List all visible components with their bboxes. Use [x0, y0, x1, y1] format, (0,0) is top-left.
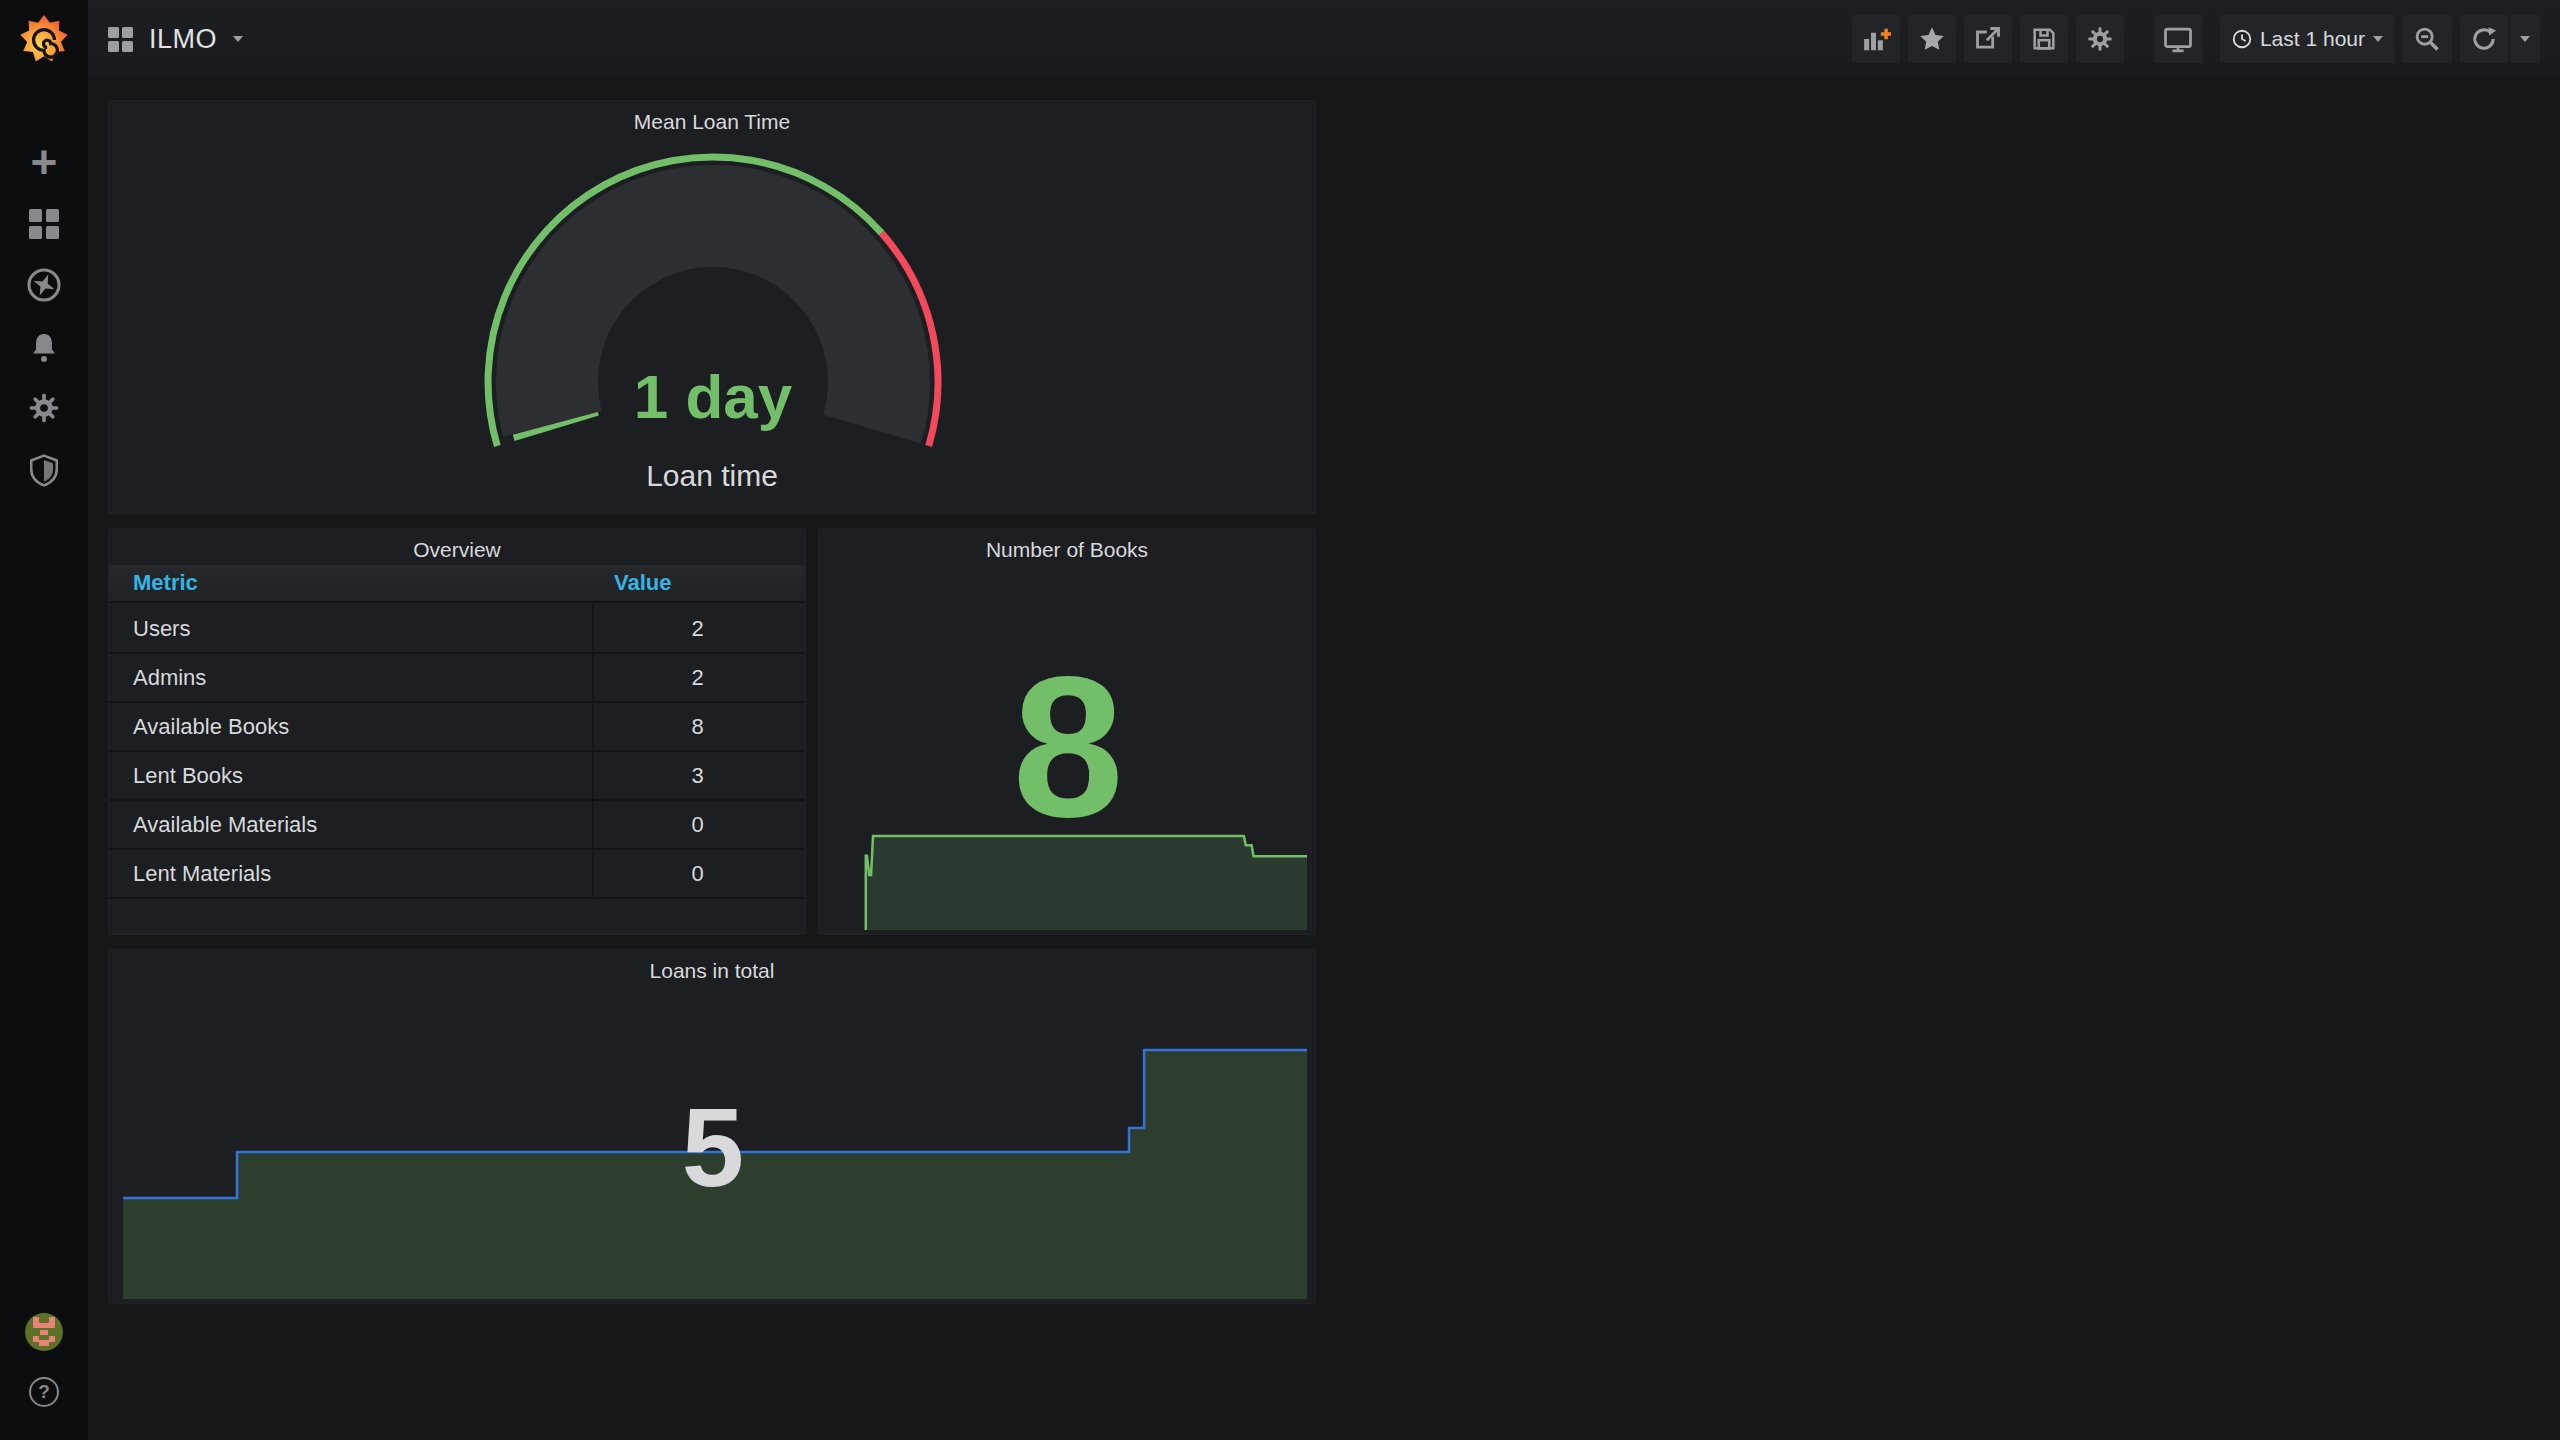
monitor-icon: [2163, 24, 2193, 54]
metric-cell: Lent Books: [109, 763, 590, 789]
refresh-interval-button[interactable]: [2510, 15, 2540, 63]
table-header: Metric Value: [109, 565, 805, 603]
tv-mode-button[interactable]: [2154, 15, 2202, 63]
grafana-logo-icon: [19, 14, 69, 64]
add-panel-icon: [1861, 24, 1891, 54]
value-cell: 0: [590, 812, 805, 838]
refresh-button[interactable]: [2460, 15, 2508, 63]
panel-mean-loan-time: Mean Loan Time 1 day Loan time: [108, 100, 1316, 514]
time-range-label: Last 1 hour: [2260, 27, 2365, 51]
metric-cell: Available Materials: [109, 812, 590, 838]
navbar: ILMO: [88, 0, 2560, 78]
sidebar-item-create[interactable]: +: [0, 140, 88, 184]
avatar-icon: [24, 1312, 64, 1352]
sidebar-item-server-admin[interactable]: [0, 448, 88, 492]
save-icon: [2030, 25, 2058, 53]
star-icon: [1918, 25, 1946, 53]
gauge-chart: [109, 101, 1317, 515]
grafana-logo[interactable]: [0, 12, 88, 66]
plus-icon: +: [31, 147, 58, 177]
panel-overview: Overview Metric Value Users2Admins2Avail…: [108, 528, 806, 935]
column-separator: [592, 605, 594, 899]
value-cell: 8: [590, 714, 805, 740]
table-row: Admins2: [109, 654, 805, 703]
value-cell: 3: [590, 763, 805, 789]
refresh-caret-icon: [2520, 36, 2530, 42]
refresh-icon: [2471, 26, 2497, 52]
panel-number-of-books: Number of Books 8: [818, 528, 1316, 935]
help-icon: ?: [29, 1377, 59, 1407]
sidebar-item-alerting[interactable]: [0, 325, 88, 369]
metric-cell: Available Books: [109, 714, 590, 740]
share-button[interactable]: [1964, 15, 2012, 63]
help-button[interactable]: ?: [0, 1375, 88, 1409]
table-row: Lent Materials0: [109, 850, 805, 899]
value-cell: 2: [590, 665, 805, 691]
gear-icon: [2086, 25, 2114, 53]
time-caret-icon: [2373, 36, 2383, 42]
zoom-out-icon: [2413, 25, 2441, 53]
gauge-label: Loan time: [109, 459, 1315, 493]
column-header-value[interactable]: Value: [590, 570, 805, 596]
loans-value: 5: [682, 1092, 744, 1204]
shield-icon: [28, 453, 60, 487]
books-value: 8: [1012, 647, 1123, 847]
sidebar-item-explore[interactable]: [0, 263, 88, 307]
column-header-metric[interactable]: Metric: [109, 570, 590, 596]
table-row: Available Materials0: [109, 801, 805, 850]
zoom-out-button[interactable]: [2402, 15, 2452, 63]
table-row: Users2: [109, 605, 805, 654]
gauge-value: 1 day: [634, 366, 793, 428]
panel-loans-in-total: Loans in total 5: [108, 949, 1316, 1304]
compass-icon: [26, 267, 62, 303]
save-button[interactable]: [2020, 15, 2068, 63]
table-row: Lent Books3: [109, 752, 805, 801]
dashboard-grid-icon[interactable]: [108, 27, 133, 52]
share-icon: [1974, 25, 2002, 53]
metric-cell: Admins: [109, 665, 590, 691]
sidebar-item-configuration[interactable]: [0, 386, 88, 430]
sidebar: +: [0, 0, 88, 1440]
metric-cell: Users: [109, 616, 590, 642]
panel-title[interactable]: Overview: [109, 538, 805, 562]
user-avatar[interactable]: [0, 1312, 88, 1352]
grafana-app: ILMO: [0, 0, 2560, 1440]
sidebar-item-dashboards[interactable]: [0, 202, 88, 246]
chevron-down-icon[interactable]: [233, 36, 243, 42]
dashboard-title[interactable]: ILMO: [149, 24, 217, 55]
table-body: Users2Admins2Available Books8Lent Books3…: [109, 605, 805, 899]
gear-icon: [27, 391, 61, 425]
table-row: Available Books8: [109, 703, 805, 752]
value-cell: 2: [590, 616, 805, 642]
value-cell: 0: [590, 861, 805, 887]
star-button[interactable]: [1908, 15, 1956, 63]
dashboards-icon: [29, 209, 59, 239]
time-range-picker[interactable]: Last 1 hour: [2220, 15, 2394, 63]
settings-button[interactable]: [2076, 15, 2124, 63]
panel-title[interactable]: Loans in total: [109, 959, 1315, 983]
panel-title[interactable]: Number of Books: [819, 538, 1315, 562]
metric-cell: Lent Materials: [109, 861, 590, 887]
bell-icon: [27, 330, 61, 364]
add-panel-button[interactable]: [1852, 15, 1900, 63]
clock-icon: [2231, 28, 2253, 50]
